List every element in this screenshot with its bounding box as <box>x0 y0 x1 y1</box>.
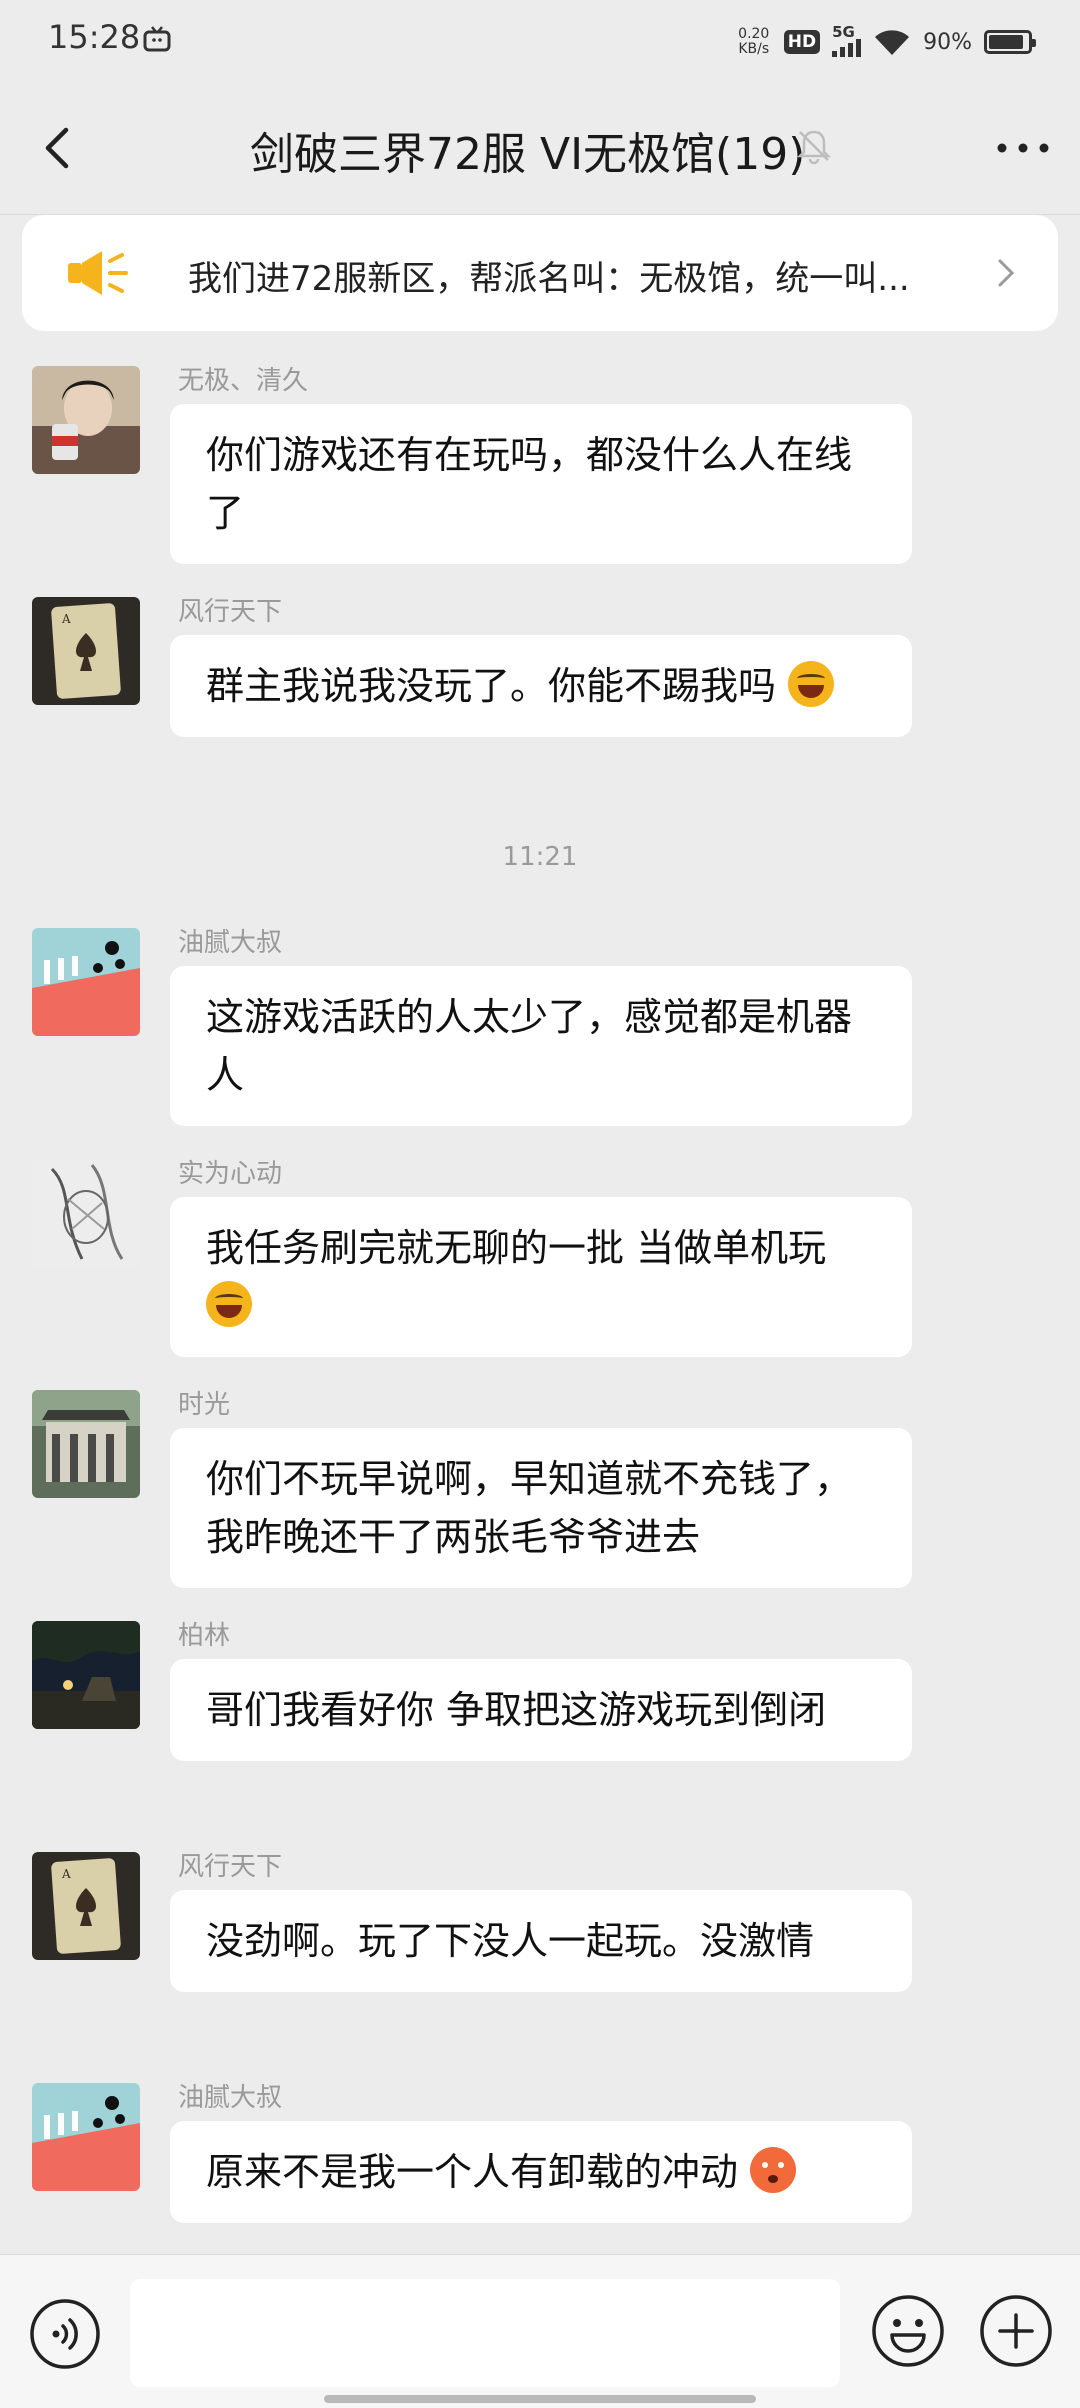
plus-icon[interactable] <box>978 2293 1054 2369</box>
group-announcement[interactable]: 我们进72服新区，帮派名叫：无极馆，统一叫... <box>22 215 1058 331</box>
sender-name: 风行天下 <box>178 597 283 627</box>
back-icon[interactable] <box>30 118 90 178</box>
message-text: 你们游戏还有在玩吗，都没什么人在线了 <box>206 433 853 535</box>
bell-muted-icon <box>796 130 832 165</box>
avatar[interactable] <box>32 1390 140 1498</box>
chevron-right-icon <box>998 259 1015 287</box>
chat-title: 剑破三界72服 VI无极馆(19) <box>250 129 806 180</box>
network-type: 5G <box>832 23 855 41</box>
announcement-text: 我们进72服新区，帮派名叫：无极馆，统一叫... <box>188 259 910 299</box>
net-speed: 0.20 KB/s <box>736 27 772 57</box>
hd-badge: HD <box>783 30 821 54</box>
laugh-cry-emoji-icon <box>206 1281 252 1327</box>
chat-header: 剑破三界72服 VI无极馆(19) <box>0 80 1080 215</box>
home-indicator[interactable] <box>324 2395 756 2403</box>
laugh-cry-emoji-icon <box>788 661 835 707</box>
net-speed-unit: KB/s <box>738 41 770 57</box>
sender-name: 油腻大叔 <box>178 2083 283 2113</box>
input-bar <box>0 2254 1080 2408</box>
message-bubble[interactable]: 我任务刷完就无聊的一批 当做单机玩 <box>170 1197 912 1357</box>
message-text: 原来不是我一个人有卸载的冲动 <box>206 2150 739 2194</box>
sender-name: 柏林 <box>178 1621 231 1651</box>
more-icon[interactable] <box>990 118 1056 178</box>
flushed-emoji-icon <box>750 2147 797 2193</box>
status-icons: 0.20 KB/s HD 5G 90% <box>736 22 1036 62</box>
message-text: 我任务刷完就无聊的一批 当做单机玩 <box>206 1226 827 1270</box>
avatar[interactable] <box>32 1159 140 1267</box>
message-text: 你们不玩早说啊，早知道就不充钱了，我昨晚还干了两张毛爷爷进去 <box>206 1457 853 1559</box>
avatar[interactable]: A <box>32 1852 140 1960</box>
message-bubble[interactable]: 你们游戏还有在玩吗，都没什么人在线了 <box>170 404 912 564</box>
status-bar: 15:28 0.20 KB/s HD 5G 90% <box>0 0 1080 80</box>
message-bubble[interactable]: 这游戏活跃的人太少了，感觉都是机器人 <box>170 966 912 1126</box>
wifi-icon <box>875 30 910 55</box>
battery-icon <box>984 30 1036 54</box>
sender-name: 风行天下 <box>178 1852 283 1882</box>
sender-name: 油腻大叔 <box>178 928 283 958</box>
message-bubble[interactable]: 没劲啊。玩了下没人一起玩。没激情 <box>170 1890 912 1992</box>
message-bubble[interactable]: 原来不是我一个人有卸载的冲动 <box>170 2121 912 2223</box>
message-bubble[interactable]: 哥们我看好你 争取把这游戏玩到倒闭 <box>170 1659 912 1761</box>
avatar[interactable] <box>32 1621 140 1729</box>
svg-text:A: A <box>61 1867 71 1881</box>
message-text: 这游戏活跃的人太少了，感觉都是机器人 <box>206 995 853 1097</box>
net-speed-value: 0.20 <box>738 26 770 42</box>
message-bubble[interactable]: 群主我说我没玩了。你能不踢我吗 <box>170 635 912 737</box>
avatar[interactable] <box>32 2083 140 2191</box>
status-time: 15:28 <box>48 18 141 56</box>
signal-icon: 5G <box>832 23 862 57</box>
sender-name: 实为心动 <box>178 1159 283 1189</box>
sender-name: 无极、清久 <box>178 366 309 396</box>
voice-icon[interactable] <box>28 2297 102 2371</box>
message-text: 没劲啊。玩了下没人一起玩。没激情 <box>206 1919 815 1963</box>
emoji-icon[interactable] <box>870 2293 946 2369</box>
message-bubble[interactable]: 你们不玩早说啊，早知道就不充钱了，我昨晚还干了两张毛爷爷进去 <box>170 1428 912 1588</box>
avatar[interactable] <box>32 928 140 1036</box>
message-text: 群主我说我没玩了。你能不踢我吗 <box>206 664 777 708</box>
tv-icon <box>143 26 171 52</box>
message-input[interactable] <box>130 2279 840 2387</box>
speaker-icon <box>68 251 128 295</box>
time-divider: 11:21 <box>502 842 578 872</box>
sender-name: 时光 <box>178 1390 231 1420</box>
avatar[interactable] <box>32 366 140 474</box>
message-text: 哥们我看好你 争取把这游戏玩到倒闭 <box>206 1688 827 1732</box>
battery-percent: 90% <box>923 29 972 55</box>
svg-text:A: A <box>61 612 71 626</box>
avatar[interactable]: A <box>32 597 140 705</box>
